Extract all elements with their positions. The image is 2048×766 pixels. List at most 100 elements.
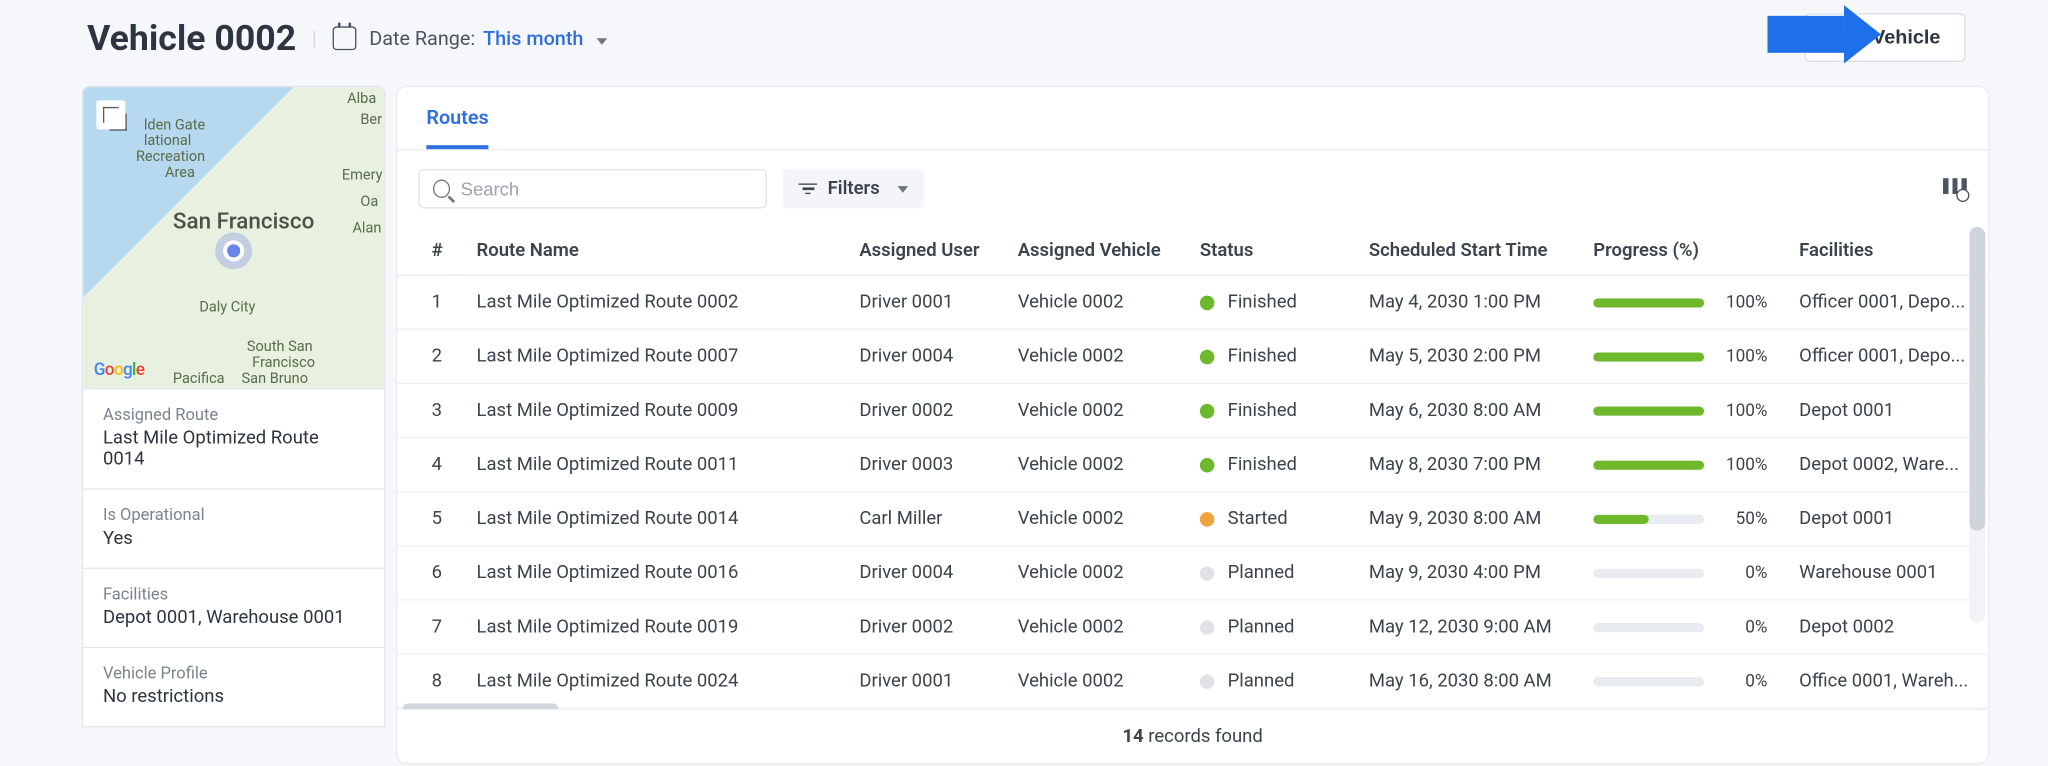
cell-vehicle: Vehicle 0002 [1002,492,1184,546]
map-marker [223,240,244,261]
table-row[interactable]: 2 Last Mile Optimized Route 0007 Driver … [397,329,1988,383]
filters-button[interactable]: Filters [783,169,925,209]
calendar-icon[interactable] [332,26,356,50]
map-label: San Bruno [242,370,308,387]
progress-bar [1593,677,1704,686]
cell-facilities: Depot 0002 [1783,600,1988,654]
chevron-down-icon [596,38,607,45]
cell-vehicle: Vehicle 0002 [1002,329,1184,383]
progress-bar [1593,406,1704,415]
cell-time: May 9, 2030 8:00 AM [1353,492,1577,546]
cell-progress: 100% [1577,275,1783,329]
cell-progress: 0% [1577,654,1783,708]
table-row[interactable]: 3 Last Mile Optimized Route 0009 Driver … [397,383,1988,437]
map-label: Francisco [252,354,315,371]
cell-user: Driver 0001 [843,275,1001,329]
sidebar-card-label: Facilities [103,585,364,605]
cell-index: 6 [397,546,460,600]
cell-user: Driver 0002 [843,600,1001,654]
sidebar: San Francisco lden GatelationalRecreatio… [82,86,386,764]
table-header-row: #Route NameAssigned UserAssigned Vehicle… [397,227,1988,275]
column-header[interactable]: Assigned Vehicle [1002,227,1184,275]
cell-route: Last Mile Optimized Route 0007 [461,329,844,383]
progress-text: 50% [1717,509,1767,529]
table-row[interactable]: 1 Last Mile Optimized Route 0002 Driver … [397,275,1988,329]
map-label: Emery [342,166,383,183]
cell-index: 1 [397,275,460,329]
table-row[interactable]: 7 Last Mile Optimized Route 0019 Driver … [397,600,1988,654]
column-header[interactable]: Route Name [461,227,844,275]
cell-progress: 50% [1577,492,1783,546]
sidebar-card-value: Last Mile Optimized Route 0014 [103,428,364,470]
cell-progress: 100% [1577,383,1783,437]
map-label: South San [247,338,313,355]
sidebar-card-label: Is Operational [103,506,364,526]
main-panel: Routes Filters #Route NameAssigned UserA… [396,86,1989,764]
toolbar: Filters [397,150,1988,227]
cell-status: Finished [1184,383,1353,437]
search-box[interactable] [418,169,766,209]
progress-bar [1593,352,1704,361]
cell-status: Finished [1184,329,1353,383]
cell-status: Planned [1184,546,1353,600]
status-dot-icon [1200,403,1215,418]
map-label: Alan [352,219,381,236]
status-text: Finished [1228,454,1297,475]
status-dot-icon [1200,457,1215,472]
table-row[interactable]: 8 Last Mile Optimized Route 0024 Driver … [397,654,1988,708]
vertical-scrollbar[interactable] [1969,227,1985,623]
table-row[interactable]: 5 Last Mile Optimized Route 0014 Carl Mi… [397,492,1988,546]
cell-progress: 0% [1577,600,1783,654]
date-range-dropdown[interactable]: This month [483,26,607,50]
cell-progress: 100% [1577,438,1783,492]
column-header[interactable]: Scheduled Start Time [1353,227,1577,275]
cell-vehicle: Vehicle 0002 [1002,438,1184,492]
cell-facilities: Officer 0001, Depo... [1783,275,1988,329]
map-preview[interactable]: San Francisco lden GatelationalRecreatio… [82,86,386,390]
map-label: Pacifica [173,370,225,387]
column-header[interactable]: Assigned User [843,227,1001,275]
cell-status: Planned [1184,654,1353,708]
status-text: Finished [1228,400,1297,421]
cell-index: 3 [397,383,460,437]
fullscreen-button[interactable] [96,100,125,129]
column-header[interactable]: # [397,227,460,275]
sidebar-card-value: Yes [103,528,364,549]
cell-route: Last Mile Optimized Route 0014 [461,492,844,546]
chevron-down-icon [898,185,909,192]
status-text: Started [1228,508,1288,529]
progress-bar [1593,514,1704,523]
column-header[interactable]: Status [1184,227,1353,275]
cell-progress: 100% [1577,329,1783,383]
cell-facilities: Depot 0001 [1783,492,1988,546]
cell-user: Driver 0002 [843,383,1001,437]
sidebar-card: Vehicle Profile No restrictions [82,648,386,727]
cell-user: Carl Miller [843,492,1001,546]
cell-route: Last Mile Optimized Route 0009 [461,383,844,437]
cell-facilities: Warehouse 0001 [1783,546,1988,600]
status-dot-icon [1200,512,1215,527]
table-row[interactable]: 4 Last Mile Optimized Route 0011 Driver … [397,438,1988,492]
cell-vehicle: Vehicle 0002 [1002,546,1184,600]
cell-facilities: Officer 0001, Depo... [1783,329,1988,383]
routes-table: #Route NameAssigned UserAssigned Vehicle… [397,227,1988,709]
search-icon [433,180,450,198]
progress-bar [1593,622,1704,631]
cell-status: Finished [1184,438,1353,492]
horizontal-scrollbar[interactable] [403,704,559,709]
column-header[interactable]: Facilities [1783,227,1988,275]
cell-facilities: Office 0001, Wareh... [1783,654,1988,708]
status-dot-icon [1200,620,1215,635]
search-input[interactable] [461,178,753,199]
tab-routes[interactable]: Routes [426,106,488,150]
cell-user: Driver 0004 [843,329,1001,383]
callout-arrow [1767,5,1886,63]
cell-facilities: Depot 0002, Ware... [1783,438,1988,492]
table-row[interactable]: 6 Last Mile Optimized Route 0016 Driver … [397,546,1988,600]
column-header[interactable]: Progress (%) [1577,227,1783,275]
sidebar-card-value: Depot 0001, Warehouse 0001 [103,607,364,628]
cell-status: Finished [1184,275,1353,329]
progress-bar [1593,568,1704,577]
column-settings-button[interactable] [1943,178,1967,199]
cell-vehicle: Vehicle 0002 [1002,600,1184,654]
